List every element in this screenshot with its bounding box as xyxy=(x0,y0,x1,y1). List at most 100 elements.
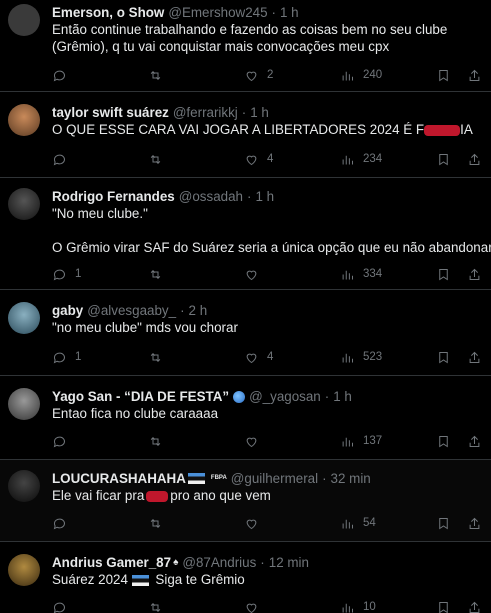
affiliate-badge[interactable]: FBPA xyxy=(211,470,227,487)
tweet[interactable]: Emerson, o Show @Emershow245 · 1 h Então… xyxy=(0,0,491,92)
tweet-time[interactable]: 1 h xyxy=(250,104,269,121)
tweet-text: Suárez 2024 Siga te Grêmio xyxy=(52,572,245,587)
tweet-time[interactable]: 1 h xyxy=(333,388,352,405)
separator-dot: · xyxy=(322,471,327,486)
tweet[interactable]: Yago San - “DIA DE FESTA” @_yagosan · 1 … xyxy=(0,376,491,460)
share-icon xyxy=(469,268,480,280)
tweet-time[interactable]: 2 h xyxy=(189,302,208,319)
views-icon xyxy=(342,155,353,164)
like-button[interactable] xyxy=(244,598,267,613)
like-button[interactable]: 2 xyxy=(244,66,273,84)
author-name[interactable]: taylor swift suárez xyxy=(52,104,169,121)
author-handle[interactable]: @Emershow245 xyxy=(168,4,267,21)
avatar[interactable] xyxy=(8,554,40,586)
bookmark-button[interactable] xyxy=(436,514,451,532)
author-handle[interactable]: @guilhermeral xyxy=(231,470,318,487)
views-button[interactable]: 54 xyxy=(340,514,376,532)
author-handle[interactable]: @ossadah xyxy=(179,188,243,205)
retweet-button[interactable] xyxy=(148,432,171,450)
tweet[interactable]: Rodrigo Fernandes @ossadah · 1 h "No meu… xyxy=(0,178,491,290)
reply-icon xyxy=(53,352,65,363)
heart-icon xyxy=(246,71,257,81)
author-name[interactable]: Andrius Gamer_87 xyxy=(52,554,171,571)
tweet-time[interactable]: 12 min xyxy=(269,554,309,571)
like-button[interactable] xyxy=(244,265,267,283)
author-name[interactable]: gaby xyxy=(52,302,83,319)
tweet[interactable]: taylor swift suárez @ferrarikkj · 1 h O … xyxy=(0,92,491,178)
share-button[interactable] xyxy=(467,598,482,613)
avatar[interactable] xyxy=(8,104,40,136)
share-button[interactable] xyxy=(467,514,482,532)
views-button[interactable]: 240 xyxy=(340,66,382,84)
avatar[interactable] xyxy=(8,388,40,420)
retweet-button[interactable] xyxy=(148,514,171,532)
tweet-time[interactable]: 1 h xyxy=(255,188,274,205)
tweet-text: "no meu clube" mds vou chorar xyxy=(52,320,238,335)
like-button[interactable]: 4 xyxy=(244,150,273,168)
author-handle[interactable]: @alvesgaaby_ xyxy=(87,302,176,319)
bookmark-button[interactable] xyxy=(436,598,451,613)
share-button[interactable] xyxy=(467,432,482,450)
like-button[interactable] xyxy=(244,432,267,450)
tweet-time[interactable]: 1 h xyxy=(280,4,299,21)
reply-button[interactable] xyxy=(52,66,75,84)
author-name[interactable]: Emerson, o Show xyxy=(52,4,164,21)
retweet-icon xyxy=(150,70,161,80)
author-handle[interactable]: @87Andrius xyxy=(182,554,256,571)
author-name[interactable]: LOUCURASHAHAHA xyxy=(52,470,186,487)
author-name[interactable]: Yago San - “DIA DE FESTA” xyxy=(52,388,229,405)
share-icon xyxy=(469,351,480,363)
share-button[interactable] xyxy=(467,348,482,366)
bookmark-button[interactable] xyxy=(436,150,451,168)
retweet-button[interactable] xyxy=(148,265,171,283)
share-icon xyxy=(469,435,480,447)
avatar[interactable] xyxy=(8,188,40,220)
views-button[interactable]: 234 xyxy=(340,150,382,168)
retweet-button[interactable] xyxy=(148,348,171,366)
tweet-time[interactable]: 32 min xyxy=(331,470,371,487)
views-button[interactable]: 137 xyxy=(340,432,382,450)
bookmark-button[interactable] xyxy=(436,348,451,366)
bookmark-button[interactable] xyxy=(436,432,451,450)
tweet[interactable]: gaby @alvesgaaby_ · 2 h "no meu clube" m… xyxy=(0,290,491,376)
reply-button[interactable] xyxy=(52,432,75,450)
share-button[interactable] xyxy=(467,150,482,168)
bookmark-button[interactable] xyxy=(436,66,451,84)
views-button[interactable]: 10 xyxy=(340,598,376,613)
share-button[interactable] xyxy=(467,265,482,283)
views-icon xyxy=(342,71,353,80)
author-handle[interactable]: @_yagosan xyxy=(249,388,321,405)
tweet-text-line: O Grêmio virar SAF do Suárez seria a úni… xyxy=(52,240,491,255)
reply-button[interactable] xyxy=(52,150,75,168)
tweet-actions: 54 xyxy=(52,514,483,532)
reply-button[interactable]: 1 xyxy=(52,348,81,366)
share-icon xyxy=(469,601,480,613)
tweet[interactable]: LOUCURASHAHAHA FBPA @guilhermeral · 32 m… xyxy=(0,460,491,542)
heart-icon xyxy=(246,155,257,165)
bookmark-button[interactable] xyxy=(436,265,451,283)
like-button[interactable]: 4 xyxy=(244,348,273,366)
retweet-button[interactable] xyxy=(148,66,171,84)
avatar[interactable] xyxy=(8,4,40,36)
reply-button[interactable] xyxy=(52,598,75,613)
like-button[interactable] xyxy=(244,514,267,532)
views-button[interactable]: 523 xyxy=(340,348,382,366)
tweet-header: gaby @alvesgaaby_ · 2 h xyxy=(52,302,483,319)
share-icon xyxy=(469,69,480,81)
tweet[interactable]: Andrius Gamer_87 ♠ @87Andrius · 12 min S… xyxy=(0,542,491,613)
avatar[interactable] xyxy=(8,302,40,334)
tweet-text: Então continue trabalhando e fazendo as … xyxy=(52,22,452,54)
separator-dot: · xyxy=(247,189,252,204)
bookmark-icon xyxy=(439,268,448,280)
author-name[interactable]: Rodrigo Fernandes xyxy=(52,188,175,205)
views-button[interactable]: 334 xyxy=(340,265,382,283)
share-icon xyxy=(469,153,480,165)
avatar[interactable] xyxy=(8,470,40,502)
retweet-button[interactable] xyxy=(148,150,171,168)
share-button[interactable] xyxy=(467,66,482,84)
reply-button[interactable]: 1 xyxy=(52,265,81,283)
reply-button[interactable] xyxy=(52,514,75,532)
author-handle[interactable]: @ferrarikkj xyxy=(173,104,238,121)
heart-icon xyxy=(246,603,257,613)
retweet-button[interactable] xyxy=(148,598,171,613)
